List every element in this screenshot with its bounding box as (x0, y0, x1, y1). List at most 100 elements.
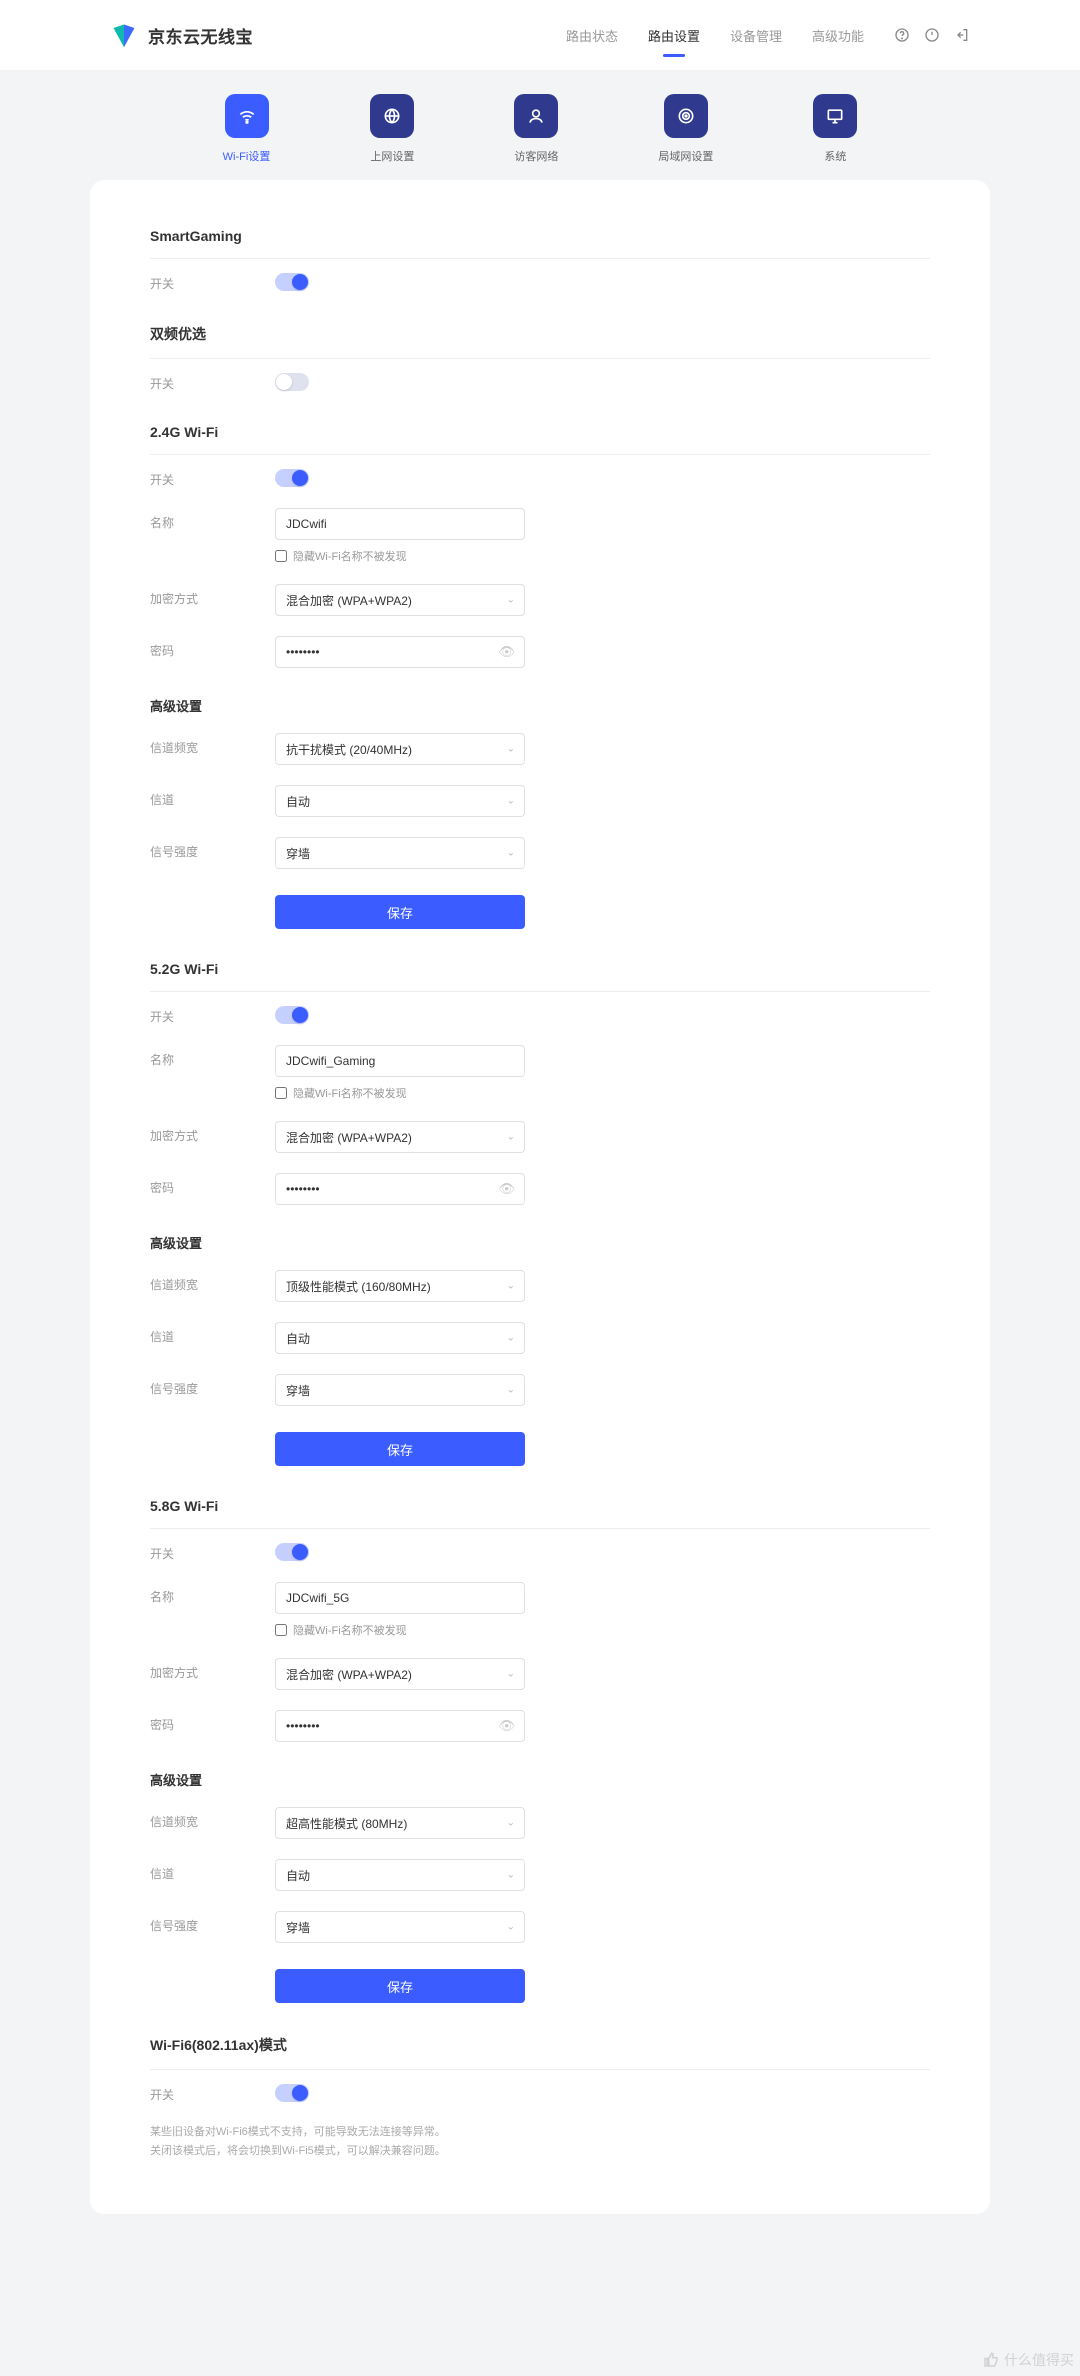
hide-ssid-label: 隐藏Wi-Fi名称不被发现 (293, 1085, 407, 1101)
wifi24-save-button[interactable]: 保存 (275, 895, 525, 929)
password-label: 密码 (150, 1710, 275, 1733)
wifi24-signal-select[interactable]: 穿墙⌄ (275, 837, 525, 869)
wifi24-encryption-select[interactable]: 混合加密 (WPA+WPA2)⌄ (275, 584, 525, 616)
section-wifi58: 5.8G Wi-Fi 开关 名称 隐藏Wi-Fi名称不被发现 加密方式 混合加密… (150, 1480, 930, 2017)
chevron-down-icon: ⌄ (507, 1281, 515, 1292)
encryption-label: 加密方式 (150, 1658, 275, 1681)
lan-icon (664, 94, 708, 138)
wifi24-bandwidth-select[interactable]: 抗干扰模式 (20/40MHz)⌄ (275, 733, 525, 765)
wifi52-encryption-select[interactable]: 混合加密 (WPA+WPA2)⌄ (275, 1121, 525, 1153)
chevron-down-icon: ⌄ (507, 1385, 515, 1396)
wifi52-hide-ssid-checkbox[interactable] (275, 1087, 287, 1099)
wifi52-signal-select[interactable]: 穿墙⌄ (275, 1374, 525, 1406)
chevron-down-icon: ⌄ (507, 796, 515, 807)
wifi-icon (225, 94, 269, 138)
channel-label: 信道 (150, 1322, 275, 1345)
wifi52-password-input[interactable] (275, 1173, 525, 1205)
advanced-heading: 高级设置 (150, 678, 930, 723)
advanced-heading: 高级设置 (150, 1215, 930, 1260)
section-title: SmartGaming (150, 228, 930, 259)
switch-label: 开关 (150, 2080, 275, 2103)
section-wifi6: Wi-Fi6(802.11ax)模式 开关 某些旧设备对Wi-Fi6模式不支持，… (150, 2017, 930, 2164)
name-label: 名称 (150, 1582, 275, 1605)
wifi6-note: 某些旧设备对Wi-Fi6模式不支持，可能导致无法连接等异常。 关闭该模式后，将会… (150, 2123, 930, 2160)
section-dualband: 双频优选 开关 (150, 306, 930, 406)
switch-label: 开关 (150, 1002, 275, 1025)
nav-router-status[interactable]: 路由状态 (566, 16, 618, 55)
help-icon[interactable] (894, 27, 910, 43)
wifi24-name-input[interactable] (275, 508, 525, 540)
wifi58-name-input[interactable] (275, 1582, 525, 1614)
guest-icon (514, 94, 558, 138)
subtab-label: 系统 (824, 148, 846, 164)
switch-label: 开关 (150, 369, 275, 392)
eye-icon[interactable]: 👁 (498, 1718, 515, 1734)
hide-ssid-label: 隐藏Wi-Fi名称不被发现 (293, 548, 407, 564)
chevron-down-icon: ⌄ (507, 595, 515, 606)
chevron-down-icon: ⌄ (507, 1922, 515, 1933)
wifi52-toggle[interactable] (275, 1006, 309, 1024)
top-header: 京东云无线宝 路由状态 路由设置 设备管理 高级功能 (0, 0, 1080, 70)
wifi52-bandwidth-select[interactable]: 顶级性能模式 (160/80MHz)⌄ (275, 1270, 525, 1302)
subtab-wifi-settings[interactable]: Wi-Fi设置 (223, 94, 271, 164)
chevron-down-icon: ⌄ (507, 1818, 515, 1829)
nav-device-management[interactable]: 设备管理 (730, 16, 782, 55)
bandwidth-label: 信道频宽 (150, 733, 275, 756)
header-action-icons (894, 27, 970, 43)
logo-icon (110, 21, 138, 49)
section-wifi52: 5.2G Wi-Fi 开关 名称 隐藏Wi-Fi名称不被发现 加密方式 混合加密… (150, 943, 930, 1480)
logout-icon[interactable] (954, 27, 970, 43)
wifi58-bandwidth-select[interactable]: 超高性能模式 (80MHz)⌄ (275, 1807, 525, 1839)
subtab-lan-settings[interactable]: 局域网设置 (658, 94, 713, 164)
brand-logo: 京东云无线宝 (110, 21, 253, 49)
nav-advanced[interactable]: 高级功能 (812, 16, 864, 55)
section-smartgaming: SmartGaming 开关 (150, 210, 930, 306)
settings-card: SmartGaming 开关 双频优选 开关 2.4G Wi-Fi 开关 名称 … (90, 180, 990, 2214)
subtab-guest-network[interactable]: 访客网络 (514, 94, 558, 164)
chevron-down-icon: ⌄ (507, 1669, 515, 1680)
wifi52-channel-select[interactable]: 自动⌄ (275, 1322, 525, 1354)
eye-icon[interactable]: 👁 (498, 1181, 515, 1197)
wifi24-channel-select[interactable]: 自动⌄ (275, 785, 525, 817)
wifi6-toggle[interactable] (275, 2084, 309, 2102)
chevron-down-icon: ⌄ (507, 1870, 515, 1881)
wifi58-password-input[interactable] (275, 1710, 525, 1742)
switch-label: 开关 (150, 465, 275, 488)
power-icon[interactable] (924, 27, 940, 43)
section-title: 5.2G Wi-Fi (150, 961, 930, 992)
section-title: 双频优选 (150, 324, 930, 359)
eye-icon[interactable]: 👁 (498, 644, 515, 660)
signal-label: 信号强度 (150, 837, 275, 860)
nav-router-settings[interactable]: 路由设置 (648, 16, 700, 55)
dualband-toggle[interactable] (275, 373, 309, 391)
chevron-down-icon: ⌄ (507, 1333, 515, 1344)
wifi52-name-input[interactable] (275, 1045, 525, 1077)
smartgaming-toggle[interactable] (275, 273, 309, 291)
bandwidth-label: 信道频宽 (150, 1807, 275, 1830)
wifi58-hide-ssid-checkbox[interactable] (275, 1624, 287, 1636)
wifi58-encryption-select[interactable]: 混合加密 (WPA+WPA2)⌄ (275, 1658, 525, 1690)
wifi58-signal-select[interactable]: 穿墙⌄ (275, 1911, 525, 1943)
wifi24-hide-ssid-checkbox[interactable] (275, 550, 287, 562)
chevron-down-icon: ⌄ (507, 848, 515, 859)
wifi52-save-button[interactable]: 保存 (275, 1432, 525, 1466)
name-label: 名称 (150, 508, 275, 531)
hide-ssid-label: 隐藏Wi-Fi名称不被发现 (293, 1622, 407, 1638)
subtab-system[interactable]: 系统 (813, 94, 857, 164)
wifi58-channel-select[interactable]: 自动⌄ (275, 1859, 525, 1891)
wifi24-password-input[interactable] (275, 636, 525, 668)
wifi58-toggle[interactable] (275, 1543, 309, 1561)
encryption-label: 加密方式 (150, 1121, 275, 1144)
subtab-label: 上网设置 (370, 148, 414, 164)
wifi58-save-button[interactable]: 保存 (275, 1969, 525, 2003)
thumb-icon (982, 2351, 1000, 2369)
section-wifi24: 2.4G Wi-Fi 开关 名称 隐藏Wi-Fi名称不被发现 加密方式 混合加密… (150, 406, 930, 943)
channel-label: 信道 (150, 1859, 275, 1882)
chevron-down-icon: ⌄ (507, 744, 515, 755)
name-label: 名称 (150, 1045, 275, 1068)
subtab-label: 局域网设置 (658, 148, 713, 164)
subtab-internet-settings[interactable]: 上网设置 (370, 94, 414, 164)
advanced-heading: 高级设置 (150, 1752, 930, 1797)
wifi24-toggle[interactable] (275, 469, 309, 487)
encryption-label: 加密方式 (150, 584, 275, 607)
